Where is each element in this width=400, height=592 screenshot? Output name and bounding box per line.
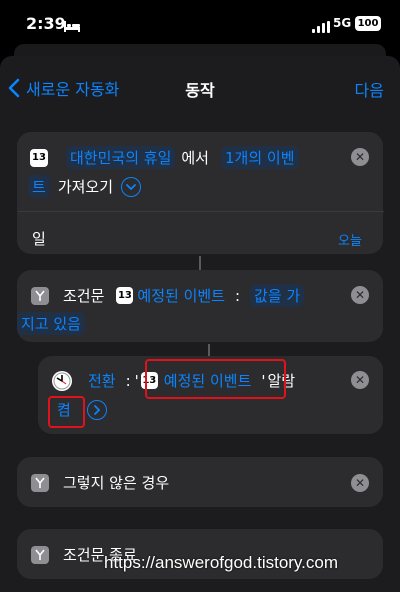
event-count-token[interactable]: 1개의 이벤 [220, 146, 299, 169]
watermark-text: https://answerofgod.tistory.com [104, 553, 339, 572]
branch-icon [31, 286, 49, 305]
remove-otherwise-icon[interactable]: ✕ [351, 474, 369, 492]
condition-colon: : [234, 286, 241, 305]
signal-icon [312, 18, 330, 37]
page-title: 동작 [185, 81, 215, 100]
open-quote: ' [134, 371, 139, 390]
highlight-box-event-token [145, 359, 286, 399]
event-count-token-cont[interactable]: 트 [28, 175, 50, 198]
remove-condition-icon[interactable]: ✕ [351, 286, 369, 304]
get-events-line-2: 트 가져오기 [28, 175, 142, 198]
highlight-box-on-token [48, 396, 85, 428]
if-line-2: 지고 있음 [17, 312, 85, 335]
if-label: 조건문 [63, 287, 105, 305]
toggle-token[interactable]: 전환 [84, 369, 120, 392]
if-line-1: 조건문 13 예정된 이벤트 : 값을 가 [31, 284, 305, 307]
scheduled-event-token[interactable]: 예정된 이벤트 [137, 285, 225, 306]
condition-operator-token[interactable]: 값을 가 [250, 284, 305, 307]
status-bar: 2:39 5G 100 [0, 0, 400, 48]
flow-connector [199, 256, 201, 270]
get-events-line-1: 13 대한민국의 휴일 에서 1개의 이벤 [30, 146, 299, 169]
divider [18, 211, 384, 212]
calendar-icon: 13 [30, 148, 48, 167]
next-button[interactable]: 다음 [355, 77, 384, 101]
remove-nested-action-icon[interactable]: ✕ [351, 371, 369, 389]
clock-icon [52, 370, 72, 391]
word-get: 가져오기 [57, 178, 114, 196]
date-field-value[interactable]: 오늘 [338, 230, 362, 249]
date-field-label: 일 [32, 230, 46, 248]
branch-icon [31, 545, 49, 564]
network-label: 5G [333, 16, 352, 30]
condition-operator-token-cont[interactable]: 지고 있음 [17, 312, 85, 335]
toggle-colon: : [125, 371, 131, 390]
status-time: 2:39 [26, 14, 66, 33]
holiday-calendar-token[interactable]: 대한민국의 휴일 [66, 146, 176, 169]
expand-chevron-right-icon[interactable] [86, 399, 107, 420]
calendar-icon: 13 [116, 287, 134, 304]
otherwise-line: 그렇지 않은 경우 [31, 472, 169, 493]
word-from: 에서 [181, 149, 209, 167]
flow-connector [208, 344, 210, 356]
otherwise-label: 그렇지 않은 경우 [63, 474, 170, 492]
remove-action-icon[interactable]: ✕ [351, 148, 369, 166]
expand-chevron-icon[interactable] [121, 176, 142, 197]
branch-icon [31, 473, 49, 492]
sleep-bed-icon [64, 17, 80, 36]
battery-icon: 100 [355, 16, 381, 31]
